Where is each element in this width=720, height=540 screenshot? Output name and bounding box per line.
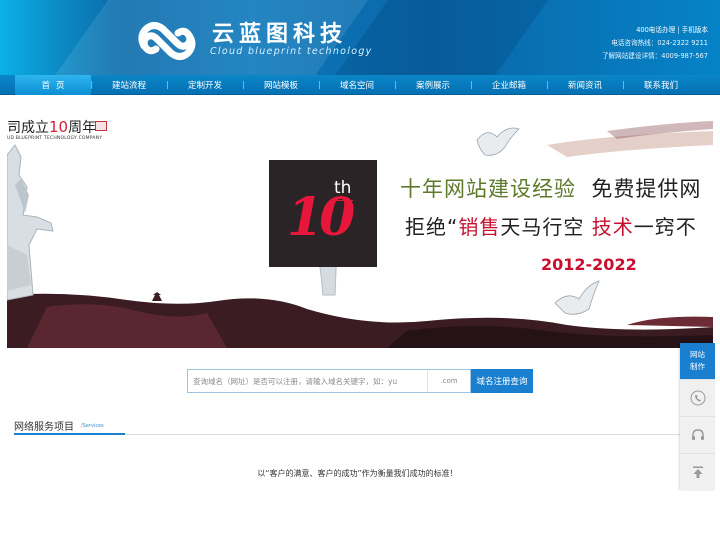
nav-item-templates[interactable]: 网站模板: [243, 75, 319, 95]
side-back-to-top-button[interactable]: [680, 453, 715, 489]
services-underline: [14, 433, 125, 435]
badge-number: 10: [287, 187, 355, 248]
services-title: 网络服务项目: [14, 422, 74, 433]
nav-item-cases[interactable]: 案例展示: [395, 75, 471, 95]
link-mobile-version[interactable]: 手机版本: [682, 26, 708, 34]
nav-item-domain-hosting[interactable]: 域名空间: [319, 75, 395, 95]
details-text: 了解网站建设详情：4009-987-567: [601, 52, 708, 60]
nav-item-email[interactable]: 企业邮箱: [471, 75, 547, 95]
brand-tagline: Cloud blueprint technology: [210, 46, 373, 57]
main-nav: 首页 建站流程 定制开发 网站模板 域名空间 案例展示 企业邮箱 新闻资讯 联系…: [0, 75, 720, 95]
domain-suffix-select[interactable]: .com: [427, 369, 471, 393]
phone-icon: [690, 390, 705, 405]
floating-sidebar: 网站 制作: [680, 343, 715, 490]
slogan-line-1: 十年网站建设经验 免费提供网: [400, 177, 702, 201]
hotline-text: 电话咨询热线：024-2322 9211: [611, 39, 708, 47]
services-motto: 以“客户的满意、客户的成功”作为衡量我们成功的标准！: [257, 469, 458, 478]
side-phone-button[interactable]: [680, 379, 715, 415]
page: 云蓝图科技 Cloud blueprint technology 400电话办理…: [0, 0, 720, 540]
side-website-build-button[interactable]: 网站 制作: [680, 343, 715, 379]
domain-search-button[interactable]: 域名注册查询: [471, 369, 533, 393]
nav-item-custom-dev[interactable]: 定制开发: [167, 75, 243, 95]
link-400-phone[interactable]: 400电话办理: [636, 26, 675, 34]
headset-icon: [691, 428, 704, 440]
tenth-anniversary-badge: th 10: [269, 160, 377, 267]
hero-banner[interactable]: 司成立10周年 UD BLUEPRINT TECHNOLOGY COMPANY …: [7, 95, 713, 348]
side-support-button[interactable]: [680, 416, 715, 452]
domain-search-input[interactable]: [187, 369, 427, 393]
nav-item-home[interactable]: 首页: [15, 75, 91, 95]
nav-item-contact[interactable]: 联系我们: [623, 75, 699, 95]
back-to-top-icon: [692, 466, 703, 478]
nav-item-build-process[interactable]: 建站流程: [91, 75, 167, 95]
services-subtitle: /Services: [81, 423, 104, 429]
brand-name[interactable]: 云蓝图科技: [212, 16, 347, 48]
slogan-line-2: 拒绝“销售天马行空 技术一窍不: [405, 215, 697, 239]
header-contact: 400电话办理 | 手机版本 电话咨询热线：024-2322 9211 了解网站…: [602, 24, 708, 63]
years-range: 2012-2022: [541, 255, 637, 274]
services-section-header: 网络服务项目 /Services: [14, 418, 712, 435]
anniversary-heading: 司成立10周年: [7, 118, 97, 136]
anniversary-en: UD BLUEPRINT TECHNOLOGY COMPANY: [7, 136, 103, 141]
link-separator: |: [677, 26, 680, 34]
site-header: 云蓝图科技 Cloud blueprint technology 400电话办理…: [0, 0, 720, 75]
seal-stamp-icon: [95, 121, 107, 131]
domain-search: .com 域名注册查询: [187, 369, 533, 393]
logo-icon[interactable]: [136, 14, 198, 64]
nav-item-news[interactable]: 新闻资讯: [547, 75, 623, 95]
